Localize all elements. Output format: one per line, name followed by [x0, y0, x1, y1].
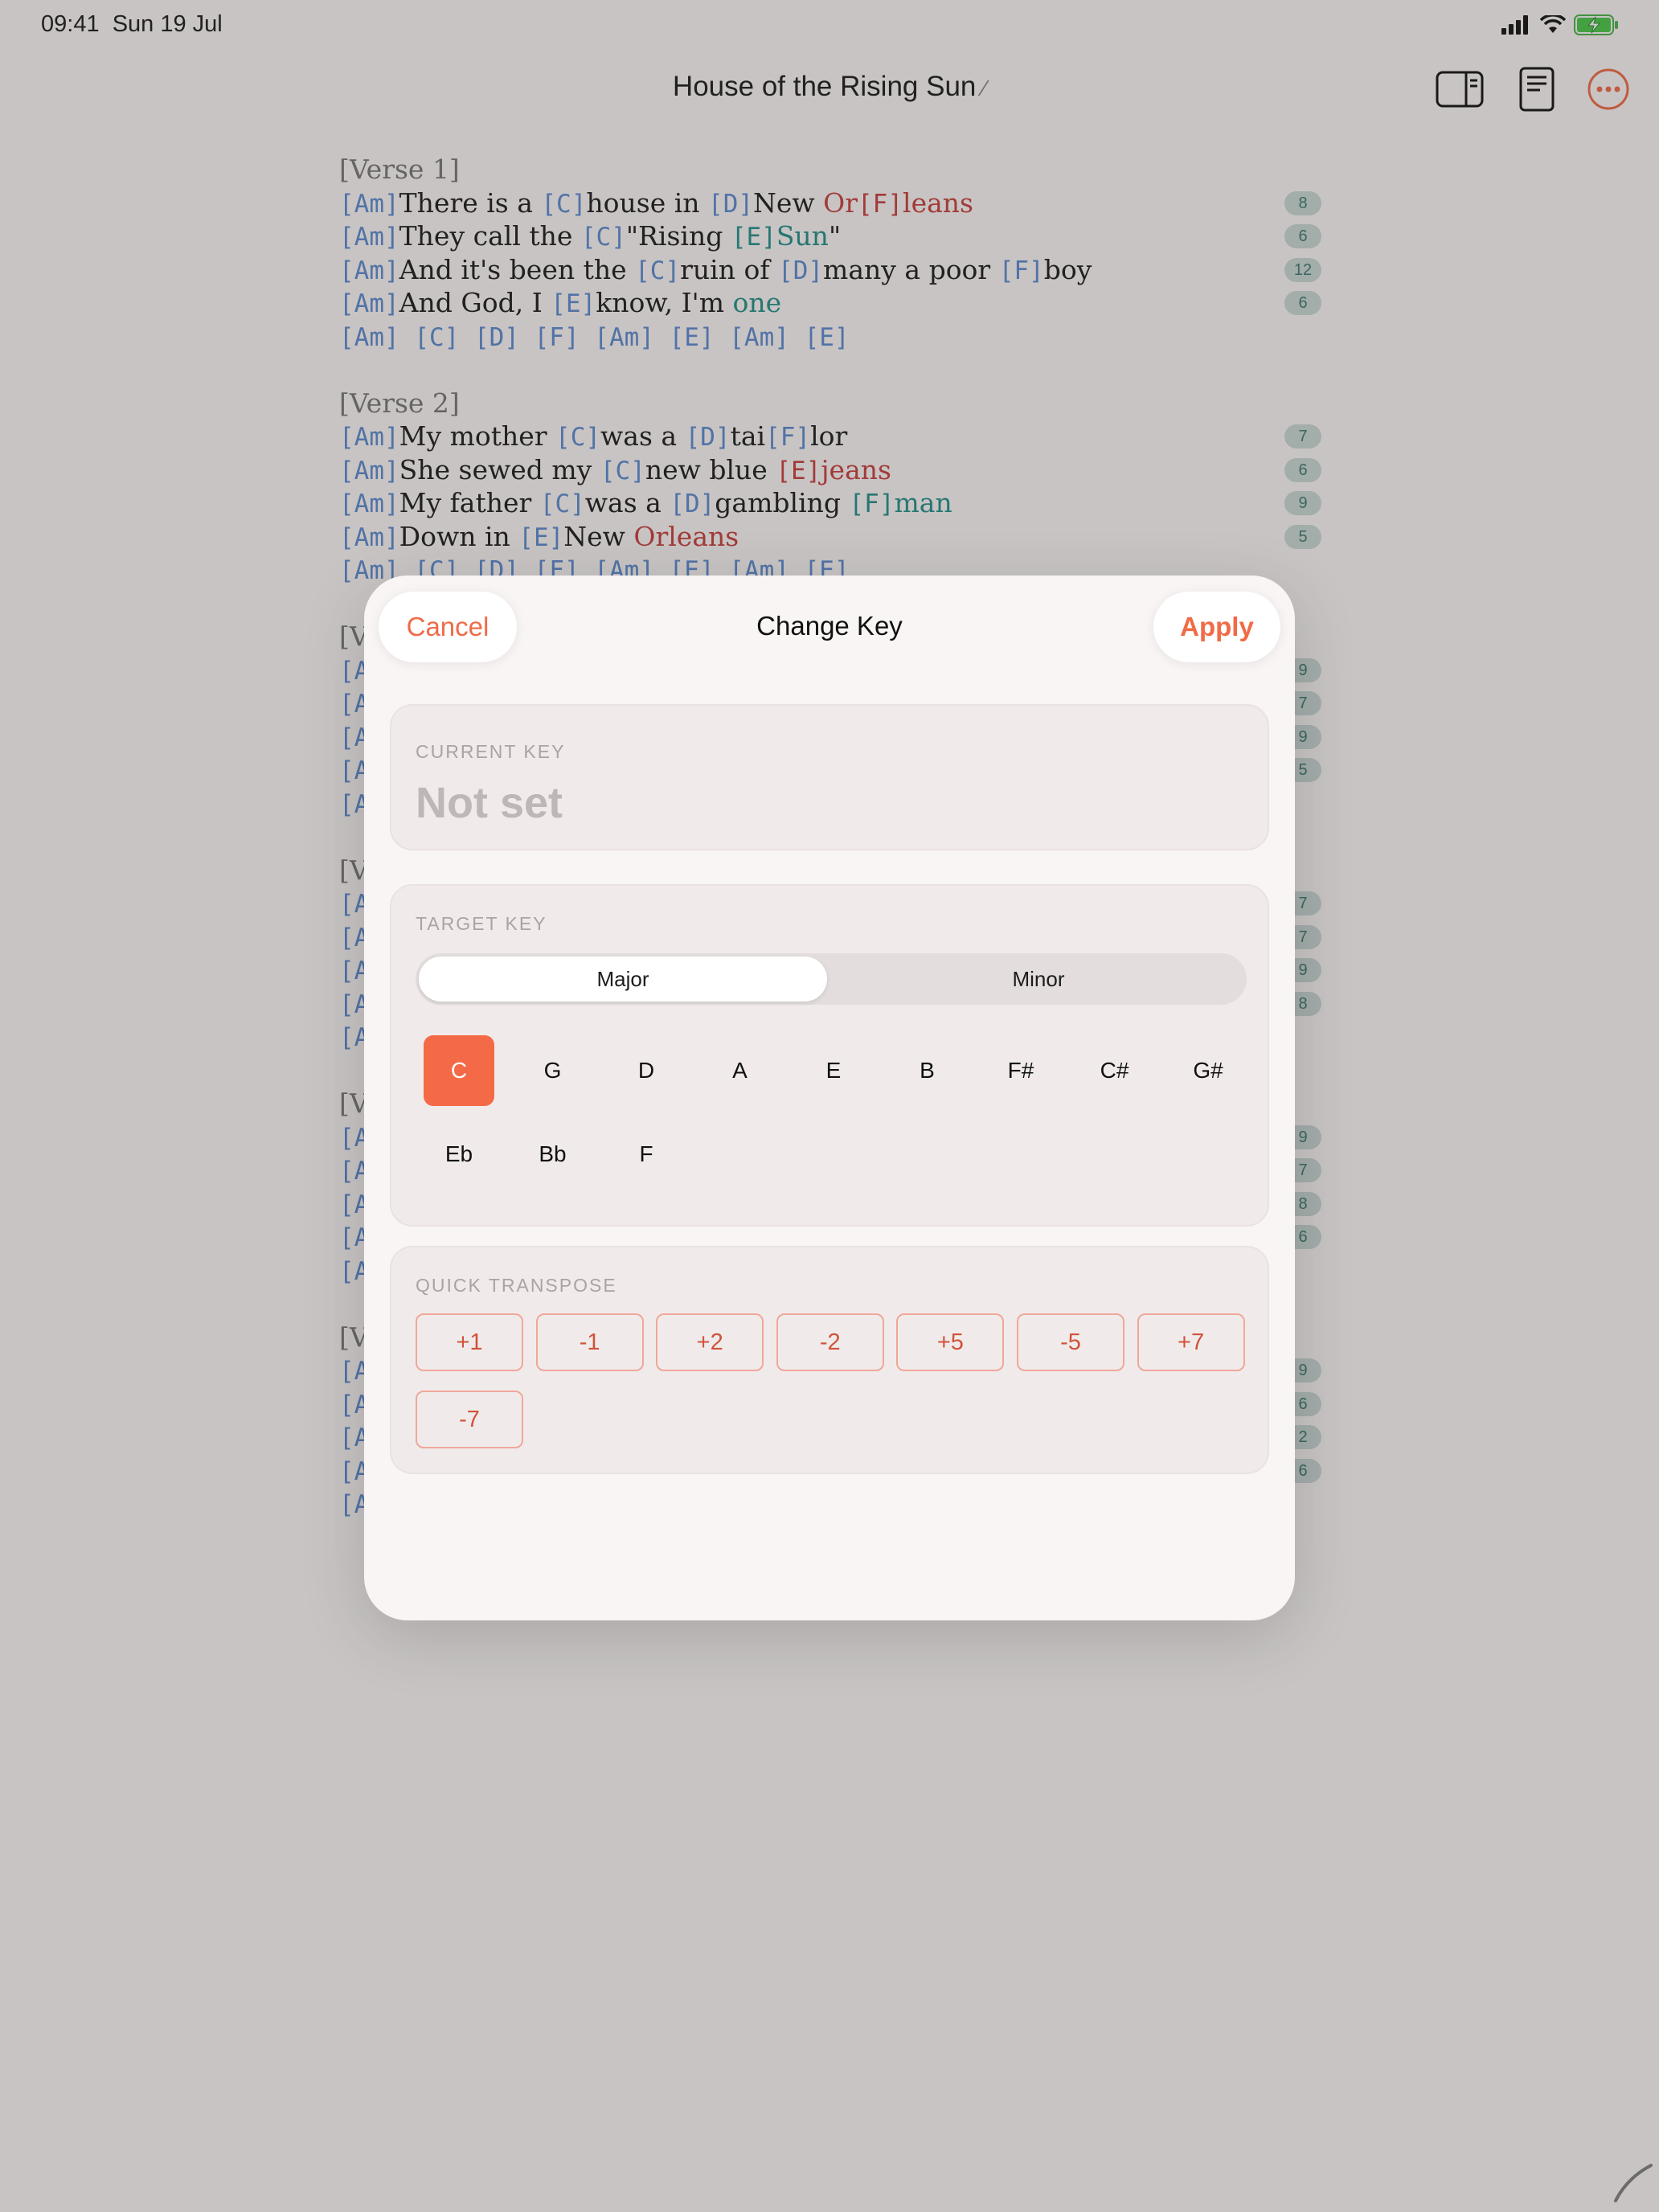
pencil-hover-icon	[1614, 2164, 1653, 2202]
mode-segmented-control: Major Minor	[416, 953, 1247, 1005]
current-key-card: CURRENT KEY Not set	[390, 704, 1269, 850]
quick-transpose-card: QUICK TRANSPOSE +1 -1 +2 -2 +5 -5 +7 -7	[390, 1246, 1269, 1474]
key-button[interactable]: A	[705, 1035, 776, 1106]
transpose-step-button[interactable]: -2	[776, 1313, 884, 1371]
mode-minor-segment[interactable]: Minor	[834, 956, 1243, 1002]
transpose-step-button[interactable]: +5	[896, 1313, 1005, 1371]
key-button[interactable]: G	[518, 1035, 588, 1106]
quick-transpose-label: QUICK TRANSPOSE	[416, 1275, 617, 1296]
transpose-step-button[interactable]: -5	[1017, 1313, 1124, 1371]
key-button[interactable]: F#	[985, 1035, 1056, 1106]
key-button[interactable]: D	[611, 1035, 682, 1106]
key-button[interactable]: C#	[1079, 1035, 1150, 1106]
transpose-step-button[interactable]: +7	[1137, 1313, 1245, 1371]
current-key-value: Not set	[416, 779, 563, 827]
transpose-step-button[interactable]: +1	[416, 1313, 523, 1371]
current-key-label: CURRENT KEY	[416, 741, 566, 762]
apply-button[interactable]: Apply	[1153, 592, 1280, 662]
key-button[interactable]: F	[611, 1119, 682, 1190]
key-button[interactable]: C	[424, 1035, 494, 1106]
transpose-step-button[interactable]: +2	[656, 1313, 764, 1371]
key-button[interactable]: Eb	[424, 1119, 494, 1190]
transpose-step-button[interactable]: -1	[535, 1313, 644, 1371]
transpose-step-button[interactable]: -7	[416, 1391, 523, 1448]
target-key-card: TARGET KEY Major Minor C G D A E B F# C# G# Eb Bb F	[390, 884, 1269, 1227]
change-key-sheet: Cancel Change Key Apply CURRENT KEY Not …	[364, 576, 1295, 1620]
key-button[interactable]: B	[892, 1035, 963, 1106]
key-button[interactable]: G#	[1173, 1035, 1243, 1106]
target-key-label: TARGET KEY	[416, 913, 547, 934]
mode-major-segment[interactable]: Major	[419, 956, 827, 1002]
key-button[interactable]: Bb	[518, 1119, 588, 1190]
key-button[interactable]: E	[798, 1035, 869, 1106]
